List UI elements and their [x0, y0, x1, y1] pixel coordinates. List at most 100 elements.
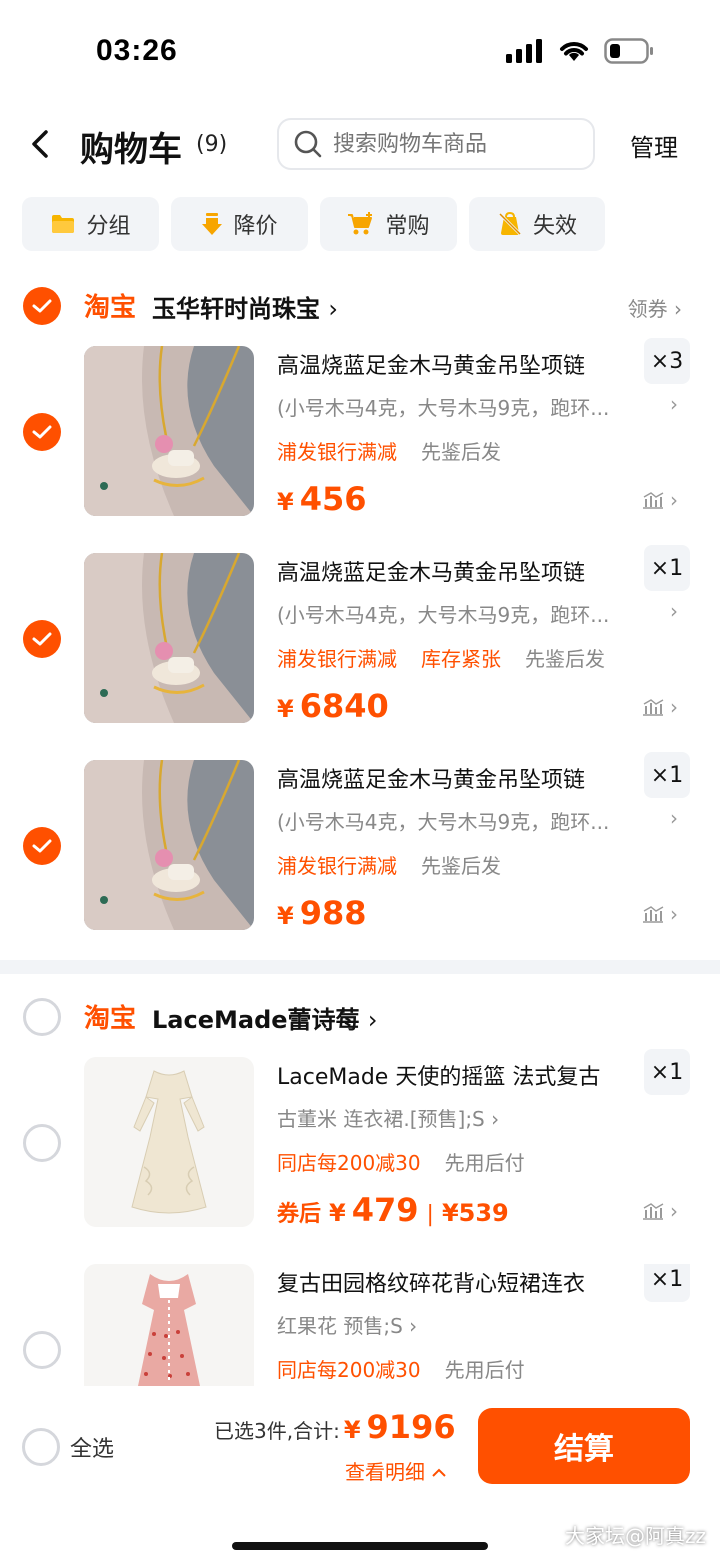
cart-item[interactable]: 高温烧蓝足金木马黄金吊坠项链 ×1 (小号木马4克，大号木马9克，跑环... ›… [0, 545, 720, 739]
search-box[interactable] [277, 118, 595, 170]
price-trend-icon [643, 492, 664, 509]
page-title: 购物车 [80, 130, 182, 170]
home-indicator[interactable] [232, 1542, 488, 1550]
shop-name[interactable]: LaceMade蕾诗莓 › [152, 1000, 378, 1035]
filter-label: 常购 [385, 214, 430, 239]
chevron-right-icon: › [328, 295, 338, 323]
item-tags: 同店每200减30 先用后付 [277, 1354, 525, 1383]
promo-tag: 浦发银行满减 [277, 854, 397, 878]
price-prefix: 券后 [277, 1202, 322, 1227]
item-checkbox[interactable] [23, 1124, 61, 1162]
product-image[interactable] [84, 1264, 254, 1386]
chevron-right-icon: › [674, 297, 682, 321]
price-trend-button[interactable]: › [642, 488, 678, 512]
quantity-button[interactable]: ×3 [644, 338, 690, 384]
checkout-button[interactable]: 结算 [478, 1408, 690, 1484]
platform-label: 淘宝 [84, 293, 137, 323]
chevron-up-icon [432, 1468, 447, 1477]
order-summary: 已选3件,合计: ¥ 9196 [214, 1408, 456, 1446]
service-tag: 先鉴后发 [525, 647, 605, 671]
cart-item[interactable]: 复古田园格纹碎花背心短裙连衣 ×1 红果花 预售;S › 同店每200减30 先… [0, 1264, 720, 1386]
service-tag: 先用后付 [444, 1151, 525, 1175]
shop-checkbox[interactable] [23, 998, 61, 1036]
item-checkbox[interactable] [23, 1331, 61, 1369]
item-spec[interactable]: 红果花 预售;S › [277, 1310, 667, 1339]
filter-label: 失效 [532, 214, 577, 239]
status-time: 03:26 [96, 34, 178, 67]
check-icon [32, 632, 52, 646]
chevron-right-icon: › [670, 806, 678, 830]
item-spec[interactable]: (小号木马4克，大号木马9克，跑环... [277, 599, 667, 628]
total-amount: 9196 [366, 1408, 456, 1446]
item-price: ¥ 6840 [277, 687, 389, 725]
service-tag: 先用后付 [444, 1358, 525, 1382]
price-separator: | [426, 1202, 434, 1227]
filter-label: 分组 [86, 214, 131, 239]
price-trend-button[interactable]: › [642, 1199, 678, 1223]
product-image[interactable] [84, 760, 254, 930]
price-trend-button[interactable]: › [642, 695, 678, 719]
select-all-checkbox[interactable] [22, 1428, 60, 1466]
manage-button[interactable]: 管理 [630, 128, 678, 163]
item-checkbox[interactable] [23, 620, 61, 658]
quantity-button[interactable]: ×1 [644, 752, 690, 798]
promo-tag: 浦发银行满减 [277, 647, 397, 671]
item-spec[interactable]: 古董米 连衣裙.[预售];S › [277, 1103, 667, 1132]
section-divider [0, 960, 720, 974]
search-input[interactable] [333, 131, 573, 157]
shop-header: 淘宝 LaceMade蕾诗莓 › [0, 994, 720, 1044]
quantity-button[interactable]: ×1 [644, 545, 690, 591]
status-icons [506, 38, 654, 64]
chevron-right-icon: › [670, 392, 678, 416]
back-icon[interactable] [22, 124, 62, 164]
item-price: ¥ 456 [277, 480, 367, 518]
currency-symbol: ¥ [277, 488, 294, 516]
item-tags: 浦发银行满减 先鉴后发 [277, 436, 501, 465]
shop-name-text: LaceMade蕾诗莓 [152, 1006, 360, 1034]
cart-item[interactable]: 高温烧蓝足金木马黄金吊坠项链 ×1 (小号木马4克，大号木马9克，跑环... ›… [0, 752, 720, 946]
coupon-link[interactable]: 领券 › [628, 293, 682, 322]
shop-name-text: 玉华轩时尚珠宝 [152, 295, 320, 323]
chevron-right-icon: › [367, 1006, 378, 1034]
platform-label: 淘宝 [84, 1004, 137, 1034]
invalid-icon [498, 211, 522, 236]
price-value: 988 [299, 894, 367, 932]
cart-item[interactable]: LaceMade 天使的摇篮 法式复古 ×1 古董米 连衣裙.[预售];S › … [0, 1049, 720, 1243]
product-image[interactable] [84, 1057, 254, 1227]
item-title: 高温烧蓝足金木马黄金吊坠项链 [277, 561, 586, 586]
product-image[interactable] [84, 346, 254, 516]
original-price: ¥539 [441, 1199, 509, 1227]
item-spec[interactable]: (小号木马4克，大号木马9克，跑环... [277, 806, 667, 835]
chevron-right-icon: › [491, 1107, 500, 1131]
wifi-icon [560, 42, 588, 61]
item-spec[interactable]: (小号木马4克，大号木马9克，跑环... [277, 392, 667, 421]
price-down-icon [202, 213, 223, 235]
filter-group[interactable]: 分组 [22, 197, 159, 251]
signal-icon [506, 39, 542, 63]
item-title: 复古田园格纹碎花背心短裙连衣 [277, 1272, 586, 1297]
service-tag: 先鉴后发 [421, 440, 501, 464]
status-bar: 03:26 [0, 0, 720, 100]
battery-icon [604, 38, 653, 64]
quantity-button[interactable]: ×1 [644, 1264, 690, 1302]
filter-price-drop[interactable]: 降价 [171, 197, 308, 251]
price-trend-button[interactable]: › [642, 902, 678, 926]
chevron-right-icon: › [670, 488, 678, 512]
shop-name[interactable]: 玉华轩时尚珠宝 › [152, 289, 338, 324]
price-value: 479 [351, 1191, 419, 1229]
filter-frequent[interactable]: 常购 [320, 197, 457, 251]
item-checkbox[interactable] [23, 413, 61, 451]
item-spec-text: 古董米 连衣裙.[预售];S [277, 1107, 485, 1131]
view-details-link[interactable]: 查看明细 [345, 1456, 447, 1485]
filter-invalid[interactable]: 失效 [469, 197, 605, 251]
promo-tag: 浦发银行满减 [277, 440, 397, 464]
item-spec-text: 红果花 预售;S [277, 1314, 403, 1338]
chevron-right-icon: › [670, 1199, 678, 1223]
cart-item[interactable]: 高温烧蓝足金木马黄金吊坠项链 ×3 (小号木马4克，大号木马9克，跑环... ›… [0, 338, 720, 532]
quantity-button[interactable]: ×1 [644, 1049, 690, 1095]
product-image[interactable] [84, 553, 254, 723]
item-checkbox[interactable] [23, 827, 61, 865]
promo-tag: 同店每200减30 [277, 1358, 421, 1382]
select-all[interactable]: 全选 [22, 1428, 114, 1466]
shop-checkbox[interactable] [23, 287, 61, 325]
